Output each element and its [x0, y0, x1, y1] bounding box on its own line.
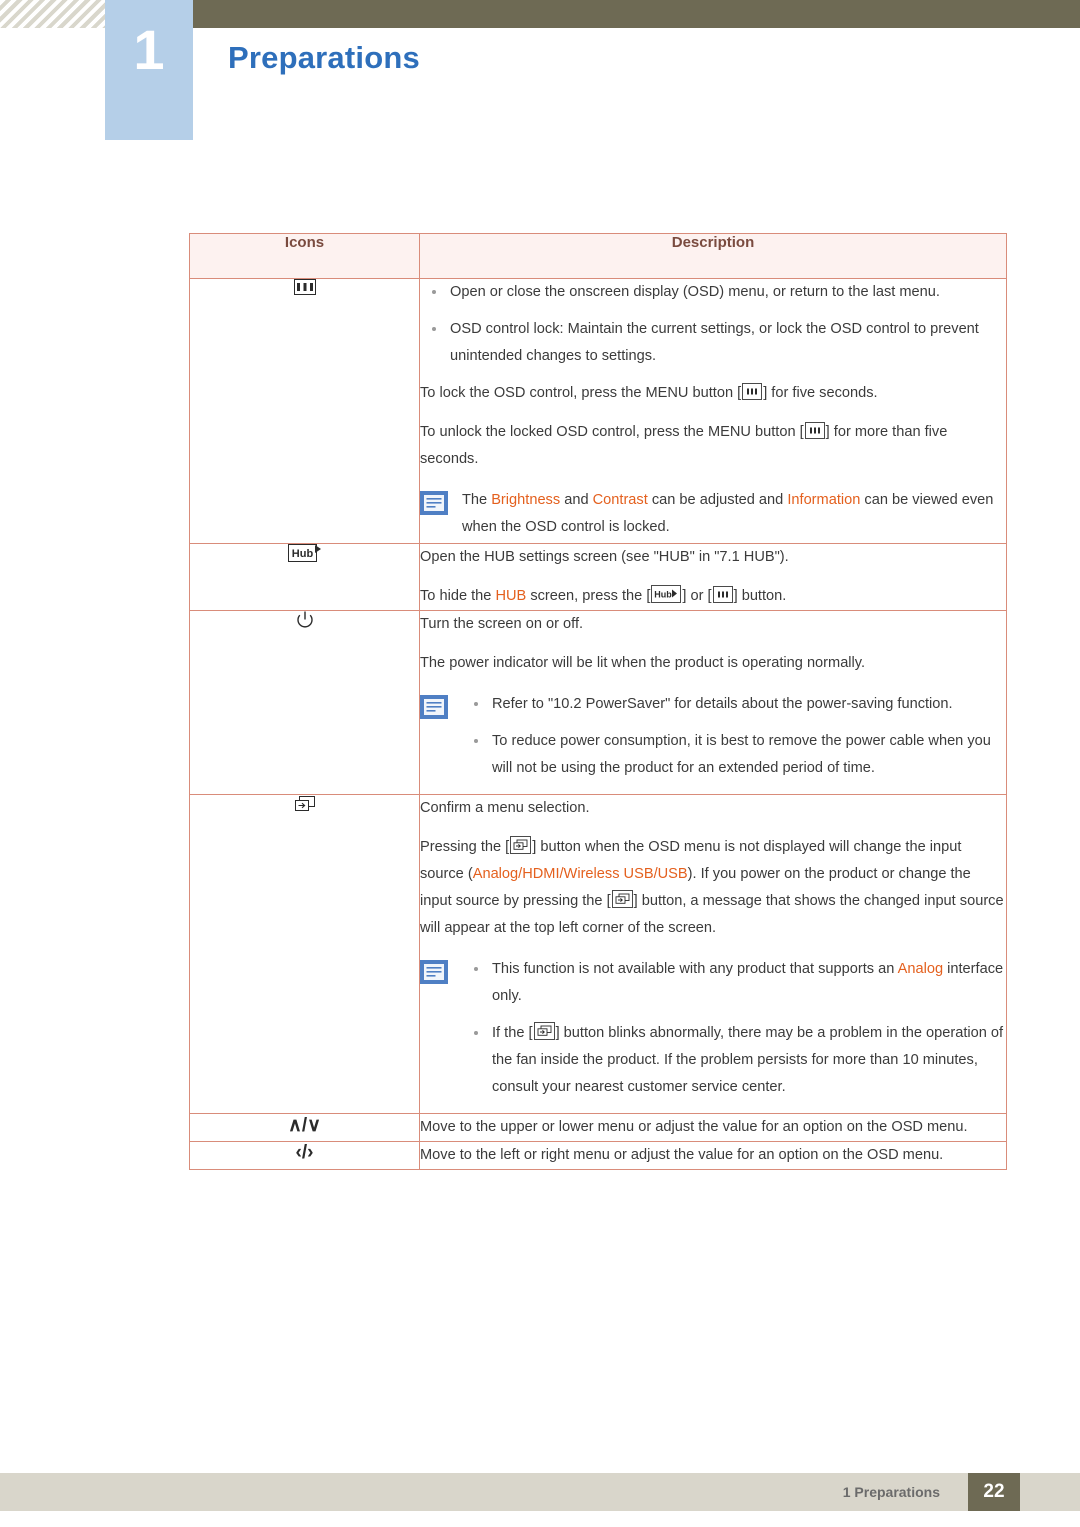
note-body: The Brightness and Contrast can be adjus… [462, 487, 1006, 541]
hub-line2-text-b: screen, press the [ [526, 587, 651, 604]
source-note-list: This function is not available with any … [462, 956, 1006, 1101]
chapter-number-badge: 1 [105, 0, 193, 140]
power-description: Turn the screen on or off. The power ind… [419, 609, 1007, 795]
header-hatch-decoration [0, 0, 105, 28]
hub-line-1: Open the HUB settings screen (see "HUB" … [420, 548, 789, 565]
left-right-description: Move to the left or right menu or adjust… [419, 1140, 1007, 1170]
page-number: 22 [968, 1473, 1020, 1511]
up-down-line-1: Move to the upper or lower menu or adjus… [420, 1118, 968, 1135]
table-header-row: Icons Description [189, 233, 1007, 279]
menu-key-glyph [804, 421, 825, 439]
hub-line2-text-a: To hide the [420, 587, 496, 604]
note-icon [420, 959, 448, 984]
note-icon [420, 490, 448, 515]
list-item: This function is not available with any … [462, 956, 1006, 1010]
source-description: Confirm a menu selection. Pressing the [… [419, 793, 1007, 1114]
table-row: Turn the screen on or off. The power ind… [189, 609, 1007, 795]
hub-line2-text-c: ] or [ [682, 587, 712, 604]
note-icon [420, 694, 448, 719]
column-header-icons: Icons [189, 233, 420, 279]
hub-key-glyph: Hub [651, 584, 682, 603]
hub-description: Open the HUB settings screen (see "HUB" … [419, 542, 1007, 611]
table-row: Open or close the onscreen display (OSD)… [189, 278, 1007, 544]
analog-term: Analog [897, 960, 944, 977]
list-item: If the [] button blinks abnormally, ther… [462, 1020, 1006, 1101]
note-information-term: Information [787, 491, 861, 508]
svg-text:Hub: Hub [291, 548, 313, 560]
menu-bullet-list: Open or close the onscreen display (OSD)… [420, 279, 1006, 370]
source-line-1: Confirm a menu selection. [420, 799, 590, 816]
hub-term: HUB [495, 587, 527, 604]
chapter-number: 1 [133, 18, 165, 81]
menu-key-glyph [712, 585, 733, 603]
source-key-glyph [611, 889, 633, 908]
hub-line-2: To hide the HUB screen, press the [ Hub ] … [420, 583, 1006, 610]
table-row: ∧/∨ Move to the upper or lower menu or a… [189, 1112, 1007, 1142]
power-note-list: Refer to "10.2 PowerSaver" for details a… [462, 691, 1006, 782]
column-header-description: Description [419, 233, 1007, 279]
page-title: Preparations [228, 40, 420, 75]
icons-description-table: Icons Description Open or close the onsc… [189, 233, 1007, 1170]
source-key-glyph [533, 1021, 555, 1040]
power-line-2: The power indicator will be lit when the… [420, 654, 866, 671]
hub-line2-text-d: ] button. [733, 587, 787, 604]
left-right-icon: ‹/› [189, 1140, 420, 1170]
list-item: To reduce power consumption, it is best … [462, 728, 1006, 782]
power-icon [189, 609, 420, 795]
menu-icon [189, 278, 420, 544]
table-row: Hub Open the HUB settings screen (see "H… [189, 542, 1007, 611]
hub-icon: Hub [189, 542, 420, 611]
lock-instruction-text-a: To lock the OSD control, press the MENU … [420, 384, 742, 401]
note-block: This function is not available with any … [420, 956, 1006, 1111]
list-item: Open or close the onscreen display (OSD)… [420, 279, 1006, 306]
menu-description: Open or close the onscreen display (OSD)… [419, 278, 1007, 544]
note-block: Refer to "10.2 PowerSaver" for details a… [420, 691, 1006, 792]
list-item: Refer to "10.2 PowerSaver" for details a… [462, 691, 1006, 718]
note-body: This function is not available with any … [462, 956, 1006, 1111]
source-line-2: Pressing the [] button when the OSD menu… [420, 834, 1006, 942]
source-note2-text-a: If the [ [492, 1024, 533, 1041]
power-line-1: Turn the screen on or off. [420, 615, 584, 632]
note-contrast-term: Contrast [592, 491, 648, 508]
unlock-instruction: To unlock the locked OSD control, press … [420, 419, 1006, 473]
source-note2-text-b: ] button blinks abnormally, there may be… [492, 1024, 1004, 1095]
svg-text:Hub: Hub [655, 589, 673, 599]
list-item: OSD control lock: Maintain the current s… [420, 316, 1006, 370]
up-down-icon: ∧/∨ [189, 1112, 420, 1142]
note-body: Refer to "10.2 PowerSaver" for details a… [462, 691, 1006, 792]
note-text-a: The [462, 491, 492, 508]
source-icon [189, 793, 420, 1114]
source-note1-text-a: This function is not available with any … [492, 960, 898, 977]
note-brightness-term: Brightness [491, 491, 561, 508]
unlock-instruction-text-a: To unlock the locked OSD control, press … [420, 423, 804, 440]
source-options-term: Analog/HDMI/Wireless USB/USB [472, 865, 688, 882]
lock-instruction: To lock the OSD control, press the MENU … [420, 380, 1006, 407]
lock-instruction-text-b: ] for five seconds. [763, 384, 878, 401]
up-down-description: Move to the upper or lower menu or adjus… [419, 1112, 1007, 1142]
note-text-c: can be adjusted and [647, 491, 788, 508]
source-line2-text-a: Pressing the [ [420, 838, 510, 855]
note-block: The Brightness and Contrast can be adjus… [420, 487, 1006, 541]
menu-key-glyph [742, 382, 763, 400]
note-text-b: and [560, 491, 593, 508]
table-row: ‹/› Move to the left or right menu or ad… [189, 1140, 1007, 1170]
left-right-line-1: Move to the left or right menu or adjust… [420, 1146, 944, 1163]
table-row: Confirm a menu selection. Pressing the [… [189, 793, 1007, 1114]
source-key-glyph [510, 835, 532, 854]
footer-chapter-label: 1 Preparations [842, 1484, 940, 1500]
